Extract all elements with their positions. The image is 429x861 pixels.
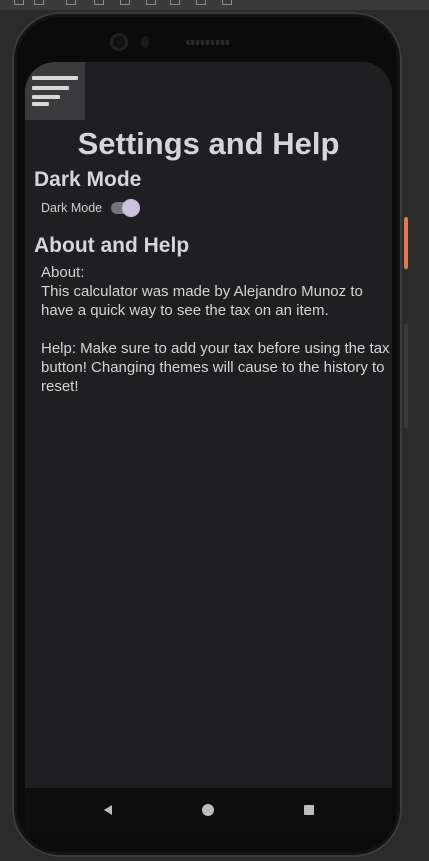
menu-button[interactable] [25, 62, 85, 120]
toolbar-icon [94, 0, 104, 5]
dark-mode-row: Dark Mode [41, 198, 141, 218]
power-button[interactable] [404, 324, 408, 428]
toolbar-icon [146, 0, 156, 5]
nav-recents-button[interactable] [297, 798, 321, 822]
system-navigation-bar [25, 788, 392, 832]
back-triangle-icon [104, 805, 112, 815]
volume-button[interactable] [404, 217, 408, 269]
dark-mode-heading: Dark Mode [34, 168, 142, 191]
toolbar-icon [170, 0, 180, 5]
toolbar-icon [14, 0, 24, 5]
dark-mode-toggle-label: Dark Mode [41, 201, 103, 215]
toolbar-icon [120, 0, 130, 5]
toolbar-icon [66, 0, 76, 5]
about-help-heading: About and Help [34, 234, 190, 257]
dark-mode-switch[interactable] [111, 198, 141, 218]
about-help-body: About: This calculator was made by Aleja… [41, 263, 391, 396]
about-text: This calculator was made by Alejandro Mu… [41, 283, 363, 319]
earpiece-speaker [186, 40, 230, 45]
help-text: Help: Make sure to add your tax before u… [41, 340, 390, 395]
app-screen: Settings and Help Dark Mode Dark Mode Ab… [25, 62, 392, 788]
switch-thumb [122, 199, 141, 217]
toolbar-icon [196, 0, 206, 5]
page-title: Settings and Help [77, 126, 340, 161]
home-circle-icon [202, 804, 214, 816]
toolbar-icon [222, 0, 232, 5]
front-camera [110, 33, 128, 51]
emulator-toolbar-strip [0, 0, 429, 10]
toolbar-icon [34, 0, 44, 5]
nav-back-button[interactable] [96, 798, 120, 822]
about-label: About: [41, 264, 85, 281]
recents-square-icon [304, 805, 314, 815]
nav-home-button[interactable] [196, 798, 220, 822]
proximity-sensor [141, 36, 149, 48]
